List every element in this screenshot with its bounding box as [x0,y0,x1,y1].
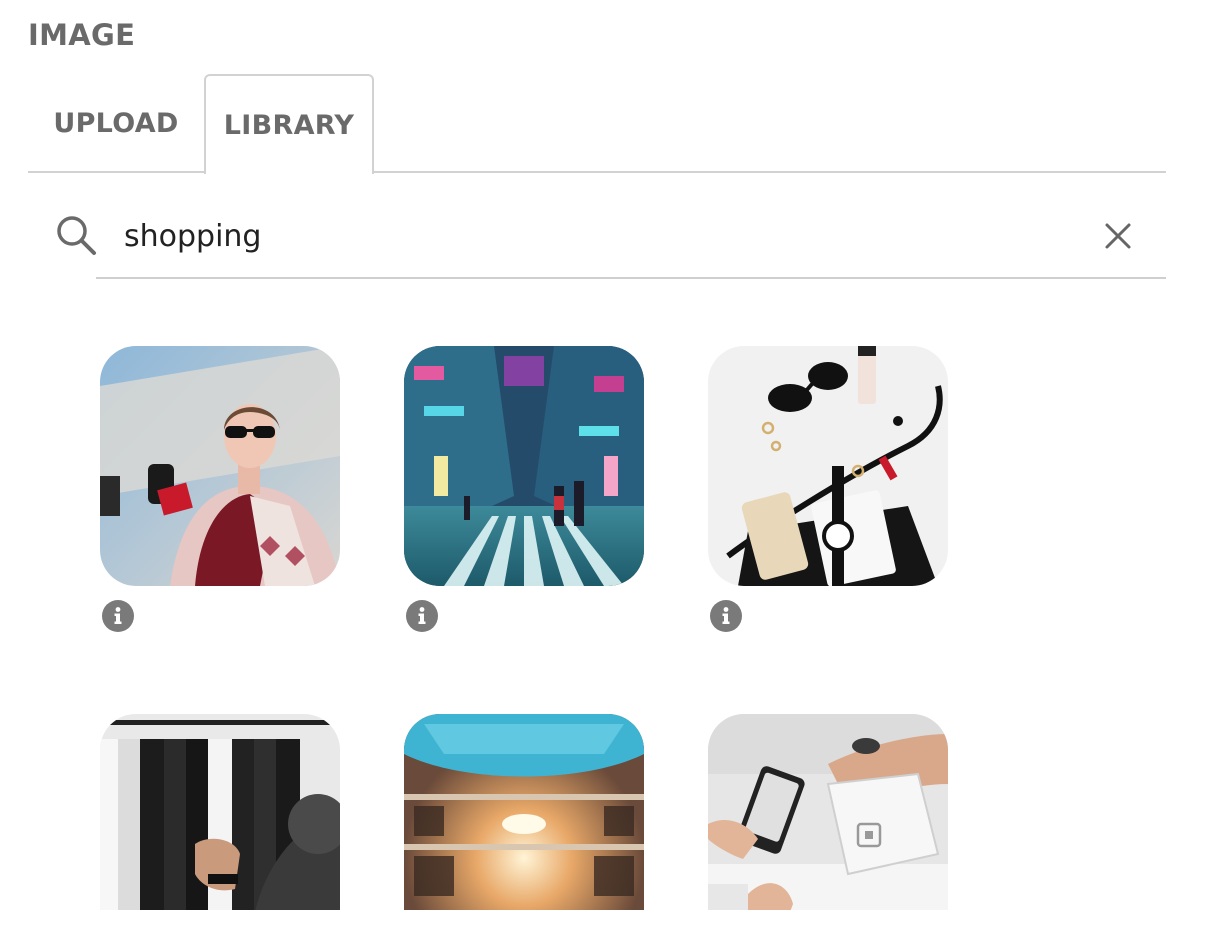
tab-library[interactable]: LIBRARY [204,74,374,174]
image-thumbnail-shopping-mall[interactable] [404,714,644,910]
search-input[interactable] [124,212,1084,260]
info-icon[interactable] [710,600,742,632]
search-icon [57,216,96,255]
image-thumbnail-neon-street[interactable] [404,346,644,586]
close-icon[interactable] [1102,220,1134,252]
search-underline [96,277,1166,279]
image-thumbnail-card-payment[interactable] [708,714,948,910]
image-thumbnail-woman-shopping[interactable] [100,346,340,586]
info-icon[interactable] [102,600,134,632]
tab-upload[interactable]: UPLOAD [28,74,204,173]
neon-street-image [404,346,644,586]
shopping-mall-image [404,714,644,910]
clothing-rack-image [100,714,340,910]
section-title: IMAGE [28,18,136,52]
info-icon[interactable] [406,600,438,632]
image-thumbnail-clothing-rack[interactable] [100,714,340,910]
image-thumbnail-handbag-flatlay[interactable] [708,346,948,586]
woman-shopping-image [100,346,340,586]
image-picker-panel: IMAGE UPLOAD LIBRARY [0,0,1212,926]
card-payment-image [708,714,948,910]
handbag-flatlay-image [708,346,948,586]
